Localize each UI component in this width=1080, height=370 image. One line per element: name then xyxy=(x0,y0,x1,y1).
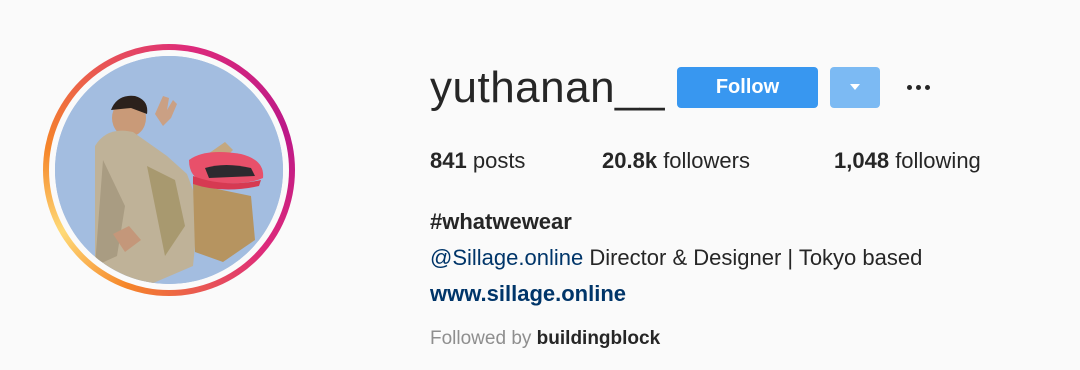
posts-count: 841 xyxy=(430,148,467,173)
bio-name: #whatwewear xyxy=(430,209,572,234)
dot xyxy=(925,85,930,90)
bio-text: Director & Designer | Tokyo based xyxy=(583,245,923,270)
following-label: following xyxy=(895,148,981,173)
profile-username: yuthanan__ xyxy=(430,63,665,112)
avatar-gap xyxy=(49,50,289,290)
story-ring[interactable] xyxy=(43,44,295,296)
dot xyxy=(907,85,912,90)
dot xyxy=(916,85,921,90)
stat-followers[interactable]: 20.8k followers xyxy=(602,146,750,176)
stat-following[interactable]: 1,048 following xyxy=(834,146,981,176)
followed-by: Followed by buildingblock xyxy=(430,325,660,353)
avatar-photo xyxy=(55,56,283,284)
followers-label: followers xyxy=(663,148,750,173)
following-count: 1,048 xyxy=(834,148,890,173)
bio-description: @Sillage.online Director & Designer | To… xyxy=(430,243,922,273)
followed-by-prefix: Followed by xyxy=(430,328,537,349)
avatar[interactable] xyxy=(55,56,283,284)
follow-button[interactable]: Follow xyxy=(677,67,818,108)
followed-by-user[interactable]: buildingblock xyxy=(537,328,661,349)
posts-label: posts xyxy=(472,148,526,173)
bio-mention-link[interactable]: @Sillage.online xyxy=(430,245,583,270)
bio-website-link[interactable]: www.sillage.online xyxy=(430,279,626,309)
followers-count: 20.8k xyxy=(602,148,658,173)
stat-posts: 841 posts xyxy=(430,146,525,176)
chevron-down-icon xyxy=(850,84,860,90)
suggested-accounts-button[interactable] xyxy=(830,67,880,108)
more-options-button[interactable] xyxy=(897,70,941,104)
